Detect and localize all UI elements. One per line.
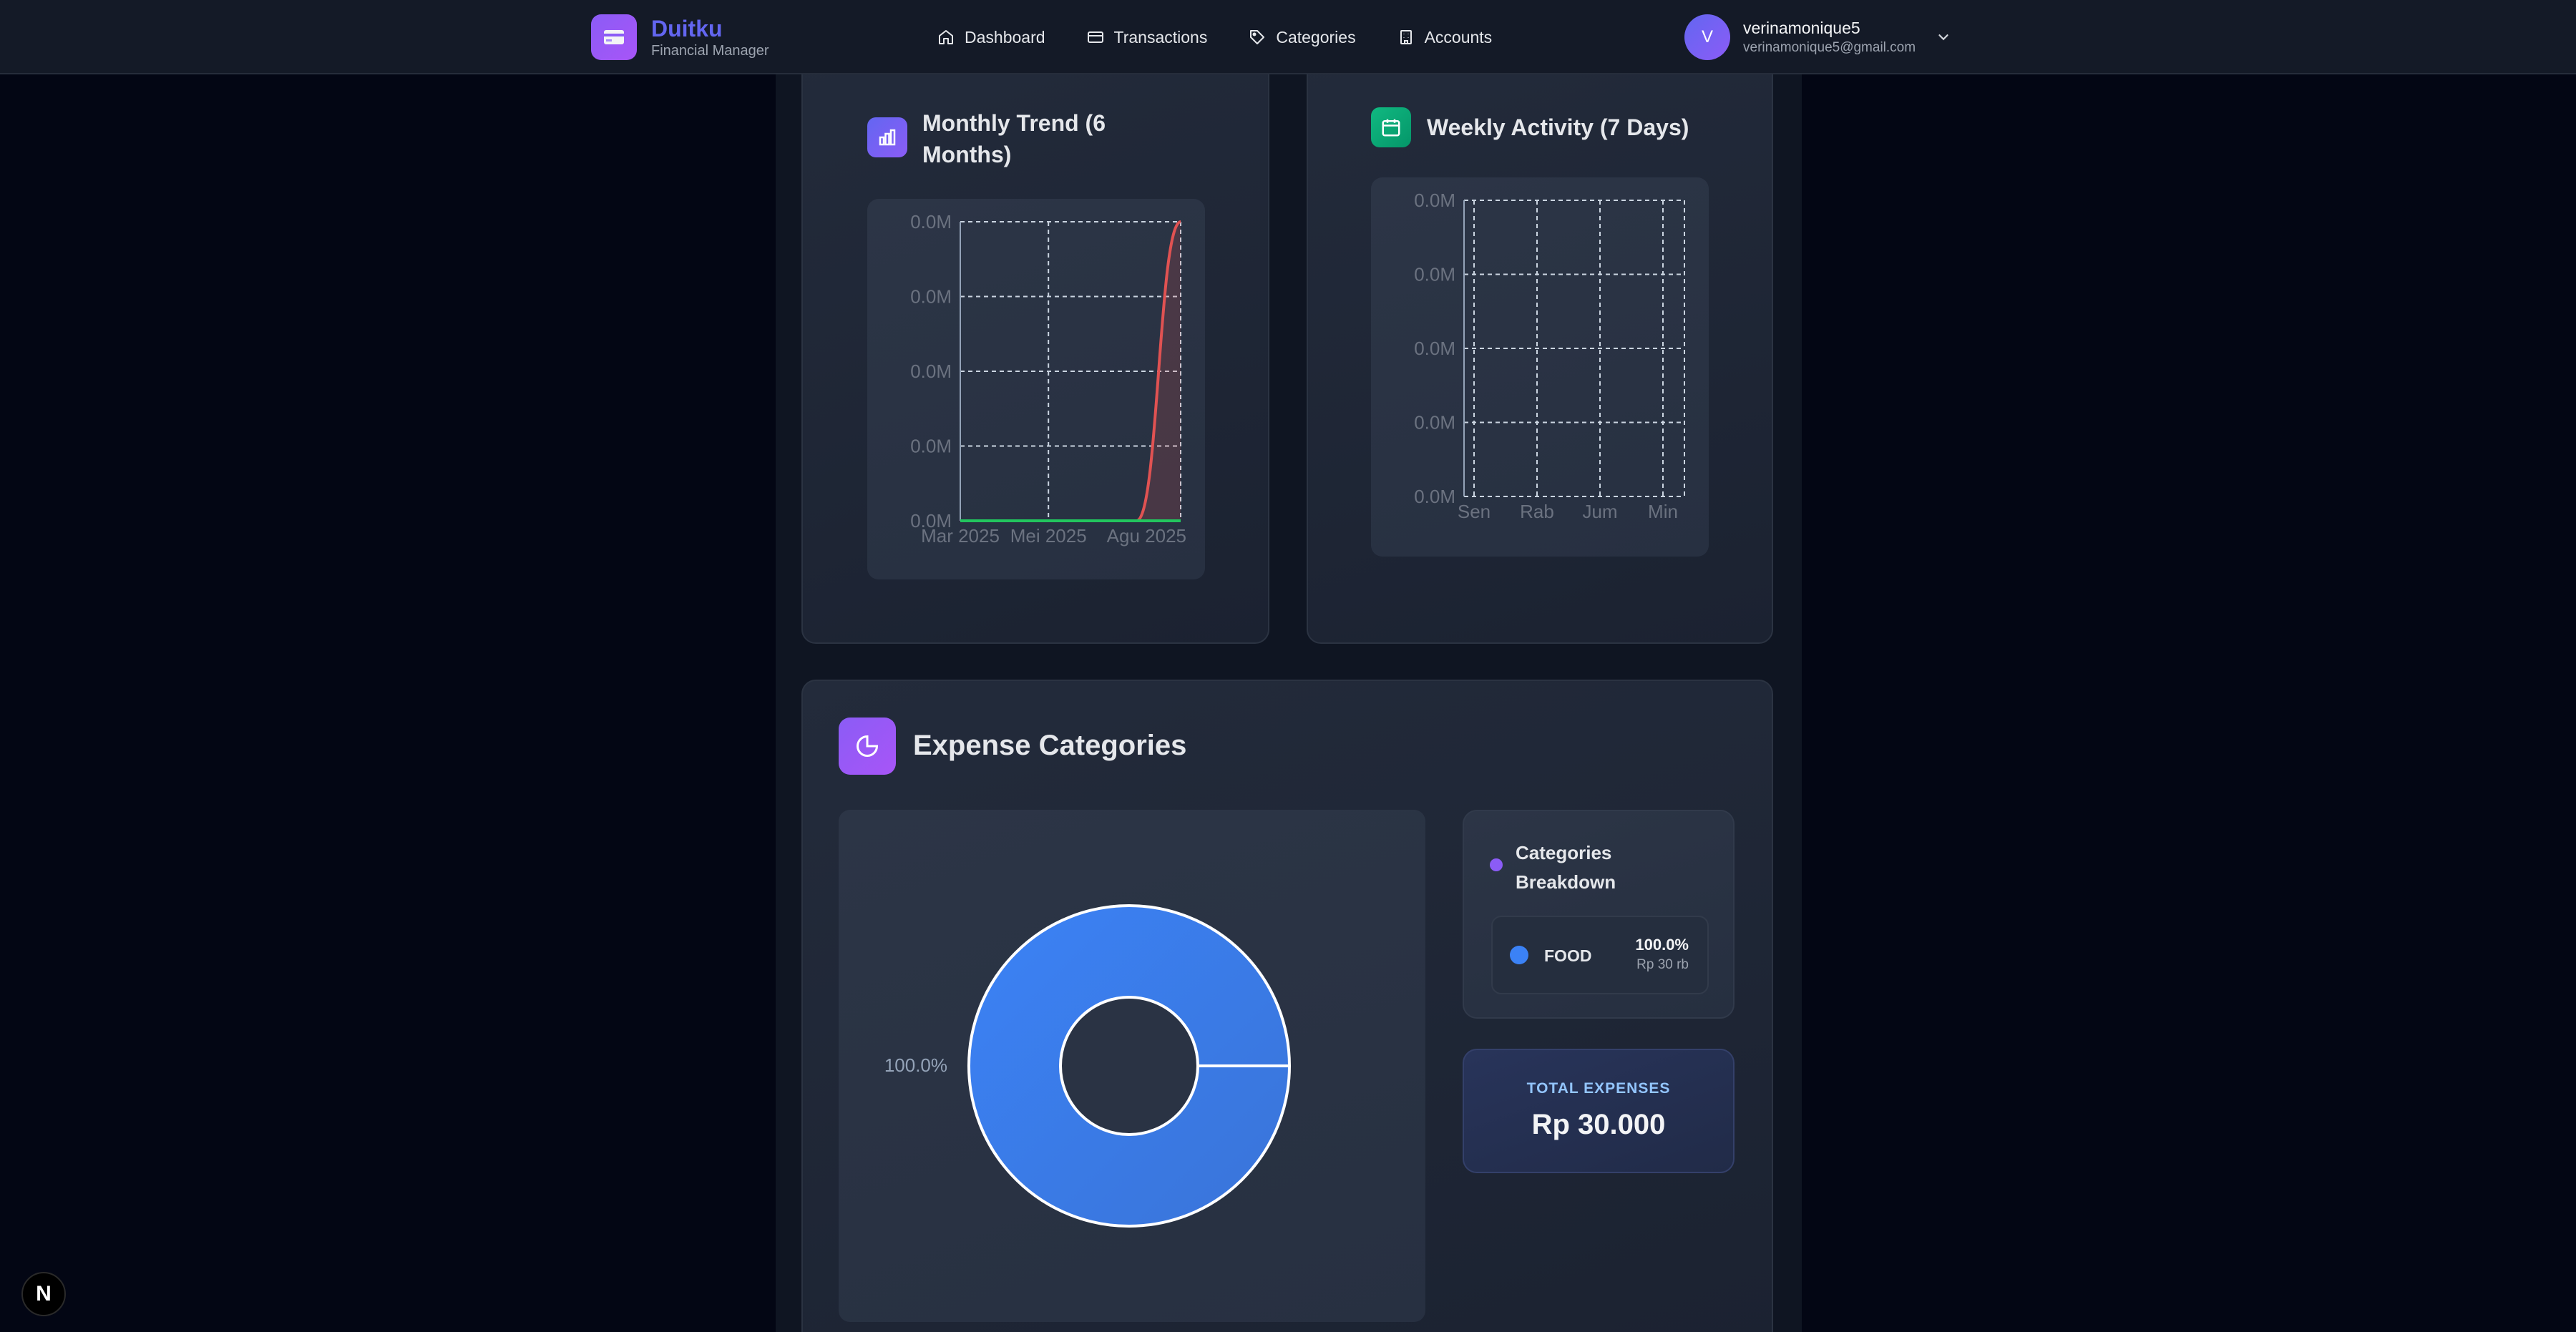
nav-dashboard[interactable]: Dashboard	[937, 28, 1045, 47]
x-tick-label: Mei 2025	[1010, 525, 1087, 547]
category-amount: Rp 30 rb	[1636, 957, 1689, 972]
main-nav: Dashboard Transactions Categories Accoun…	[937, 0, 1533, 74]
y-tick-label: 0.0M	[1414, 338, 1455, 359]
monthly-trend-title-line1: Monthly Trend (6	[922, 110, 1106, 136]
x-tick-label: Mar 2025	[921, 525, 1000, 547]
y-tick-label: 0.0M	[1414, 190, 1455, 211]
weekly-activity-title: Weekly Activity (7 Days)	[1427, 114, 1689, 140]
monthly-trend-chart: 0.0M0.0M0.0M0.0M0.0MMar 2025 Mei 2025 Agu …	[910, 211, 1186, 547]
nav-transactions[interactable]: Transactions	[1087, 27, 1208, 47]
category-label: FOOD	[1544, 946, 1592, 965]
categories-breakdown: Categories Breakdown FOOD 100.0% Rp 30 r…	[1463, 810, 1735, 1019]
tag-icon	[1250, 30, 1265, 44]
chevron-down-icon[interactable]	[1936, 29, 1951, 45]
top-navbar: Duitku Financial Manager Dashboard Trans…	[0, 0, 2576, 74]
monthly-trend-title-line2: Months)	[922, 142, 1012, 167]
x-tick-label: Rab	[1520, 501, 1554, 522]
y-tick-label: 0.0M	[910, 361, 952, 382]
category-color-dot	[1510, 946, 1528, 964]
breakdown-title: Categories Breakdown	[1516, 838, 1702, 897]
monthly-trend-title: Monthly Trend (6 Months)	[922, 107, 1180, 170]
y-tick-label: 0.0M	[1414, 264, 1455, 285]
x-tick-label: Sen	[1458, 501, 1491, 522]
expense-categories-title: Expense Categories	[913, 730, 1187, 761]
breakdown-item-food[interactable]: FOOD 100.0% Rp 30 rb	[1491, 916, 1709, 994]
weekly-activity-chart-panel: 0.0M 0.0M 0.0M 0.0M 0.0M Sen Rab Jum Min	[1371, 177, 1709, 557]
y-tick-label: 0.0M	[910, 211, 952, 232]
monthly-trend-chart-panel: 0.0M 0.0M 0.0M 0.0M 0.0M Mar 2025 Mei 2025 Agu …	[867, 199, 1205, 579]
calendar-icon	[1371, 107, 1411, 147]
pie-data-label: 100.0%	[884, 1054, 947, 1076]
user-email: verinamonique5@gmail.com	[1743, 40, 1916, 55]
y-tick-label: 0.0M	[1414, 412, 1455, 434]
y-tick-label: 0.0M	[910, 436, 952, 457]
wallet-icon	[591, 14, 637, 60]
expense-pie-chart: 100.0%	[884, 904, 1291, 1228]
credit-card-icon	[1087, 31, 1103, 43]
total-expenses-label: TOTAL EXPENSES	[1526, 1080, 1671, 1097]
nextjs-dev-badge[interactable]: N	[21, 1272, 66, 1316]
breakdown-dot	[1490, 858, 1503, 871]
y-tick-label: 0.0M	[1414, 486, 1455, 507]
total-expenses-box: TOTAL EXPENSES Rp 30.000	[1463, 1049, 1735, 1173]
breakdown-title-line1: Categories	[1516, 842, 1612, 863]
x-tick-label: Agu 2025	[1107, 525, 1186, 547]
user-name: verinamonique5	[1743, 19, 1860, 37]
weekly-activity-chart: 0.0M0.0M0.0M0.0M0.0MSen Rab Jum Min	[1414, 190, 1685, 522]
brand-subtitle: Financial Manager	[651, 43, 769, 59]
x-tick-label: Jum	[1582, 501, 1617, 522]
nav-categories[interactable]: Categories	[1249, 27, 1356, 47]
expense-pie-chart-panel: 100.0%	[839, 810, 1425, 1322]
nav-dashboard-label: Dashboard	[965, 27, 1045, 46]
building-icon	[1400, 30, 1412, 44]
category-percent: 100.0%	[1635, 936, 1689, 954]
bar-chart-icon	[867, 117, 907, 157]
brand-name: Duitku	[651, 16, 723, 41]
y-tick-label: 0.0M	[910, 286, 952, 308]
user-menu[interactable]: V verinamonique5 verinamonique5@gmail.co…	[1684, 14, 1951, 60]
pie-chart-icon	[839, 718, 896, 775]
nav-transactions-label: Transactions	[1113, 27, 1208, 46]
home-icon	[939, 30, 953, 44]
nav-accounts-label: Accounts	[1424, 27, 1493, 46]
donut-hole	[1059, 996, 1199, 1136]
total-expenses-value: Rp 30.000	[1531, 1109, 1666, 1140]
avatar[interactable]: V	[1684, 14, 1730, 60]
breakdown-title-line2: Breakdown	[1516, 871, 1616, 893]
nav-accounts[interactable]: Accounts	[1397, 27, 1493, 47]
x-tick-label: Min	[1648, 501, 1678, 522]
nav-categories-label: Categories	[1276, 27, 1356, 46]
brand[interactable]: Duitku Financial Manager	[591, 14, 769, 60]
